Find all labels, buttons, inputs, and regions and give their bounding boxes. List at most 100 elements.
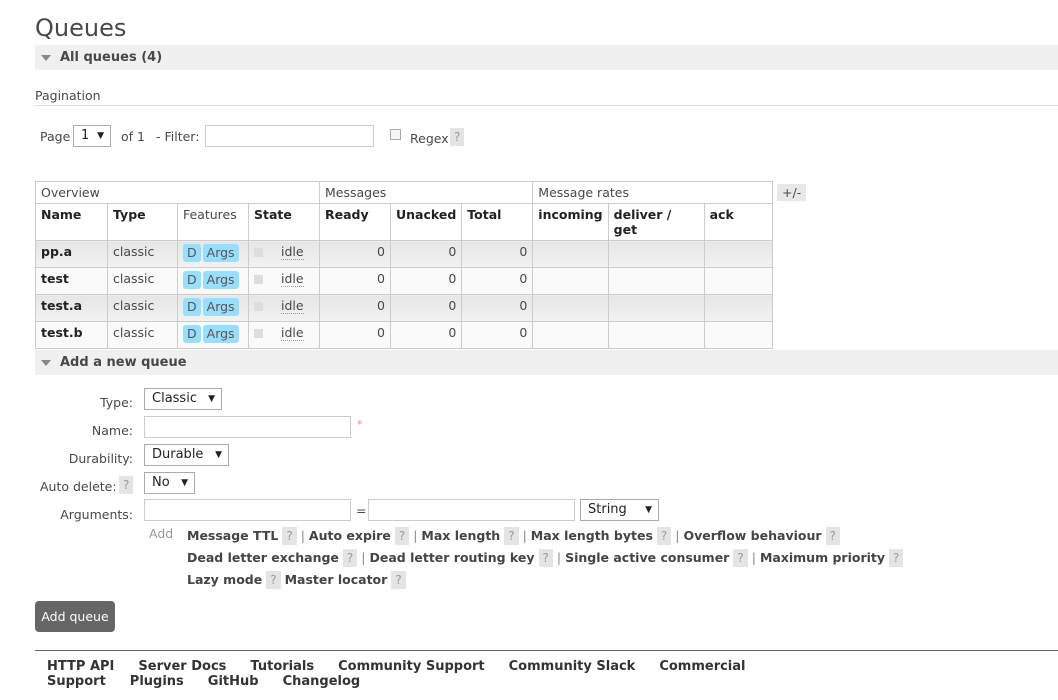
- auto-delete-select[interactable]: No ▼: [144, 472, 195, 494]
- state-indicator-icon: [254, 275, 263, 284]
- footer-link[interactable]: Plugins: [130, 674, 184, 689]
- durable-badge: D: [183, 244, 201, 262]
- col-name[interactable]: Name: [35, 203, 108, 241]
- footer-link[interactable]: HTTP API: [47, 659, 114, 674]
- queue-name-link[interactable]: test.b: [35, 321, 108, 349]
- table-row[interactable]: pp.a classic D Args idle 0 0 0: [35, 240, 774, 268]
- name-input[interactable]: [144, 416, 351, 438]
- queues-table: Overview Messages Message rates Name Typ…: [35, 181, 774, 349]
- argument-shortcut-link[interactable]: Single active consumer: [565, 550, 729, 565]
- total-count: 0: [461, 321, 534, 349]
- group-message-rates: Message rates: [532, 181, 773, 204]
- group-messages: Messages: [318, 181, 534, 204]
- separator: |: [522, 528, 527, 543]
- footer-link[interactable]: Server Docs: [138, 659, 226, 674]
- table-row[interactable]: test classic D Args idle 0 0 0: [35, 267, 774, 295]
- separator: |: [413, 528, 418, 543]
- ack-rate: [703, 294, 774, 322]
- dropdown-arrow-icon: ▼: [97, 131, 104, 141]
- col-deliver-get[interactable]: deliver / get: [607, 203, 705, 241]
- col-total[interactable]: Total: [461, 203, 534, 241]
- col-ack[interactable]: ack: [703, 203, 774, 241]
- collapse-triangle-icon: [41, 360, 51, 366]
- argument-help-icon[interactable]: ?: [266, 571, 281, 589]
- queue-name-link[interactable]: test.a: [35, 294, 108, 322]
- type-label: Type:: [100, 395, 133, 410]
- argument-shortcut-link[interactable]: Max length bytes: [531, 528, 653, 543]
- queue-name-link[interactable]: test: [35, 267, 108, 295]
- incoming-rate: [532, 240, 609, 268]
- durability-select[interactable]: Durable ▼: [144, 444, 229, 466]
- argument-shortcut-link[interactable]: Max length: [421, 528, 500, 543]
- table-row[interactable]: test.b classic D Args idle 0 0 0: [35, 321, 774, 349]
- filter-input[interactable]: [205, 125, 374, 147]
- argument-shortcut-link[interactable]: Message TTL: [187, 528, 278, 543]
- page-select[interactable]: 1 ▼: [73, 125, 111, 147]
- page-of: of 1: [121, 129, 145, 144]
- unacked-count: 0: [389, 267, 463, 295]
- argument-shortcut-link[interactable]: Overflow behaviour: [684, 528, 822, 543]
- unacked-count: 0: [389, 321, 463, 349]
- argument-help-icon[interactable]: ?: [391, 571, 406, 589]
- col-ready[interactable]: Ready: [319, 203, 391, 241]
- col-incoming[interactable]: incoming: [532, 203, 609, 241]
- argument-help-icon[interactable]: ?: [656, 527, 672, 545]
- page-label: Page: [40, 129, 71, 144]
- argument-shortcut-link[interactable]: Master locator: [285, 572, 388, 587]
- table-row[interactable]: test.a classic D Args idle 0 0 0: [35, 294, 774, 322]
- footer-link[interactable]: Community Support: [338, 659, 485, 674]
- divider: [35, 105, 1058, 106]
- queue-type: classic: [107, 240, 178, 268]
- type-select[interactable]: Classic ▼: [144, 388, 222, 410]
- argument-type-select[interactable]: String ▼: [580, 499, 659, 521]
- dropdown-arrow-icon: ▼: [645, 505, 652, 515]
- argument-help-icon[interactable]: ?: [282, 527, 297, 545]
- ready-count: 0: [319, 267, 391, 295]
- columns-toggle-button[interactable]: +/-: [777, 184, 807, 201]
- argument-help-icon[interactable]: ?: [394, 527, 410, 545]
- add-argument-link[interactable]: Add: [149, 526, 173, 541]
- argument-help-icon[interactable]: ?: [504, 527, 519, 545]
- argument-shortcut-link[interactable]: Dead letter routing key: [370, 550, 535, 565]
- argument-help-icon[interactable]: ?: [538, 549, 553, 567]
- add-queue-button[interactable]: Add queue: [35, 601, 115, 632]
- state-indicator-icon: [254, 248, 263, 257]
- col-type[interactable]: Type: [107, 203, 178, 241]
- argument-help-icon[interactable]: ?: [733, 549, 748, 567]
- incoming-rate: [532, 321, 609, 349]
- argument-shortcut-link[interactable]: Lazy mode: [187, 572, 262, 587]
- footer-link[interactable]: GitHub: [208, 674, 259, 689]
- state-indicator-icon: [254, 302, 263, 311]
- ack-rate: [703, 240, 774, 268]
- col-state[interactable]: State: [248, 203, 320, 241]
- argument-key-input[interactable]: [144, 499, 351, 521]
- required-marker: *: [357, 418, 363, 431]
- argument-shortcut-link[interactable]: Maximum priority: [760, 550, 885, 565]
- auto-delete-help-icon[interactable]: ?: [119, 476, 134, 494]
- regex-help-icon[interactable]: ?: [450, 128, 465, 146]
- regex-checkbox[interactable]: [390, 129, 401, 140]
- argument-help-icon[interactable]: ?: [342, 549, 358, 567]
- ack-rate: [703, 321, 774, 349]
- argument-shortcut-link[interactable]: Auto expire: [309, 528, 391, 543]
- argument-value-input[interactable]: [368, 499, 575, 521]
- argument-help-icon[interactable]: ?: [825, 527, 840, 545]
- col-unacked[interactable]: Unacked: [389, 203, 463, 241]
- argument-shortcut-link[interactable]: Dead letter exchange: [187, 550, 339, 565]
- add-queue-section-toggle[interactable]: Add a new queue: [35, 350, 1058, 375]
- queue-type: classic: [107, 321, 178, 349]
- footer-links: HTTP API Server Docs Tutorials Community Su…: [47, 659, 1058, 689]
- argument-help-icon[interactable]: ?: [889, 549, 904, 567]
- queue-name-link[interactable]: pp.a: [35, 240, 108, 268]
- deliver-get-rate: [607, 294, 705, 322]
- auto-delete-label: Auto delete:: [40, 479, 117, 494]
- deliver-get-rate: [607, 267, 705, 295]
- durable-badge: D: [183, 271, 201, 289]
- deliver-get-rate: [607, 321, 705, 349]
- footer-link[interactable]: Changelog: [283, 674, 361, 689]
- regex-label: Regex: [410, 131, 449, 146]
- all-queues-section-toggle[interactable]: All queues (4): [35, 45, 1058, 70]
- footer-link[interactable]: Community Slack: [509, 659, 636, 674]
- footer-link[interactable]: Tutorials: [250, 659, 314, 674]
- ready-count: 0: [319, 240, 391, 268]
